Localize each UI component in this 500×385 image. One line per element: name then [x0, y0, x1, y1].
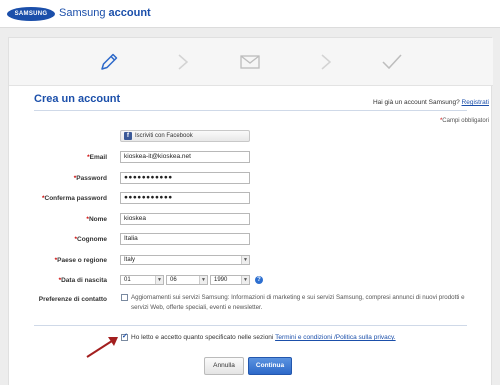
help-icon[interactable]: ?: [255, 276, 263, 284]
have-account-prompt: Hai già un account Samsung? Registrati: [373, 99, 489, 106]
birth-year-select[interactable]: 1990 ▼: [210, 275, 250, 285]
chevron-down-icon: ▼: [155, 276, 163, 284]
chevron-right-icon: [178, 54, 189, 70]
chevron-down-icon: ▼: [199, 276, 207, 284]
birth-month-select[interactable]: 06 ▼: [166, 275, 208, 285]
facebook-button-label: Iscriviti con Facebook: [135, 133, 193, 139]
terms-text: Ho letto e accetto quanto specificato ne…: [131, 334, 274, 341]
first-name-label: *Nome: [86, 216, 107, 223]
facebook-icon: f: [124, 132, 132, 140]
birth-day-value: 01: [124, 277, 131, 283]
samsung-logo: SAMSUNG: [7, 7, 55, 21]
required-note-text: Campi obbligatori: [442, 118, 489, 124]
app-title-brand: Samsung: [59, 7, 106, 19]
cancel-button[interactable]: Annulla: [204, 357, 244, 375]
country-label: *Paese o regione: [54, 257, 107, 264]
country-select[interactable]: Italy ▼: [120, 255, 250, 265]
divider: [34, 325, 467, 326]
envelope-icon: [240, 55, 260, 69]
birth-day-select[interactable]: 01 ▼: [120, 275, 164, 285]
chevron-right-icon: [321, 54, 332, 70]
birth-month-value: 06: [170, 277, 177, 283]
login-link[interactable]: Registrati: [462, 99, 489, 106]
email-field[interactable]: kioskea-it@kioskea.net: [120, 151, 250, 163]
chevron-down-icon: ▼: [241, 256, 249, 264]
pencil-icon: [101, 53, 118, 70]
marketing-opt-in-text: Aggiornamenti sui servizi Samsung: Infor…: [131, 294, 465, 311]
terms-label: Ho letto e accetto quanto specificato ne…: [131, 334, 396, 341]
page-title: Crea un account: [34, 93, 121, 105]
checkmark-icon: [382, 54, 402, 70]
terms-checkbox[interactable]: [121, 332, 128, 341]
chevron-down-icon: ▼: [241, 276, 249, 284]
password-field[interactable]: ●●●●●●●●●●●: [120, 172, 250, 184]
signup-card: [8, 37, 493, 385]
app-title: Samsung account: [59, 7, 151, 19]
continue-button[interactable]: Continua: [248, 357, 292, 375]
annotation-arrow-icon: [86, 337, 118, 358]
email-label: *Email: [87, 154, 107, 161]
facebook-signup-button[interactable]: f Iscriviti con Facebook: [120, 130, 250, 142]
first-name-field[interactable]: kioskea: [120, 213, 250, 225]
birthdate-label: *Data di nascita: [58, 277, 107, 284]
required-note: *Campi obbligatori: [439, 118, 489, 124]
progress-steps: [9, 38, 493, 86]
divider: [34, 110, 467, 111]
confirm-password-label: *Conferma password: [41, 195, 107, 202]
terms-link[interactable]: Termini e condizioni /Politica sulla pri…: [275, 334, 396, 341]
last-name-label: *Cognome: [74, 236, 107, 243]
birth-year-value: 1990: [214, 277, 228, 283]
app-title-account: account: [108, 7, 151, 19]
header-bar: SAMSUNG Samsung account: [0, 0, 500, 28]
confirm-password-field[interactable]: ●●●●●●●●●●●: [120, 192, 250, 204]
password-label: *Password: [73, 175, 107, 182]
have-account-text: Hai già un account Samsung?: [372, 99, 460, 106]
country-value: Italy: [124, 257, 136, 263]
contact-preferences-label: Preferenze di contatto: [38, 296, 107, 303]
last-name-field[interactable]: Italia: [120, 233, 250, 245]
marketing-opt-in-checkbox[interactable]: [121, 294, 128, 301]
